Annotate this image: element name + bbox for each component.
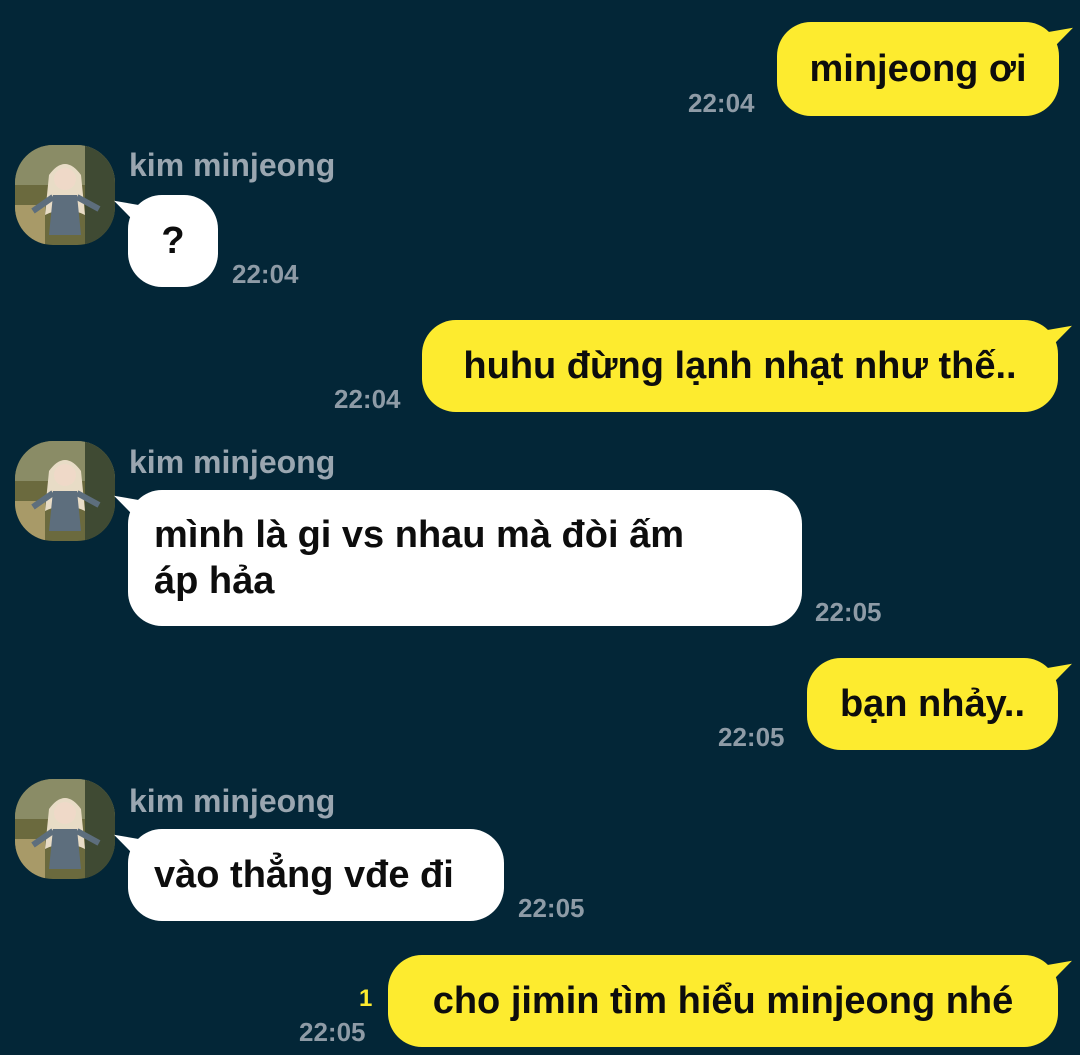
message-bubble-mine[interactable]: bạn nhảy.. (807, 658, 1058, 750)
message-bubble-theirs[interactable]: vào thẳng vđe đi (128, 829, 504, 921)
message-bubble-theirs[interactable]: ? (128, 195, 218, 287)
message-timestamp: 22:05 (815, 597, 882, 627)
message-bubble-mine[interactable]: minjeong ơi (777, 22, 1059, 116)
message-text-line: áp hảa (154, 560, 275, 602)
message-text: ? (161, 220, 185, 262)
message-text: bạn nhảy.. (839, 683, 1026, 725)
contact-avatar[interactable] (15, 145, 115, 245)
message-timestamp: 22:05 (299, 1017, 366, 1047)
message-bubble-mine[interactable]: cho jimin tìm hiểu minjeong nhé (388, 955, 1058, 1047)
message-timestamp: 22:05 (518, 893, 585, 923)
message-text: cho jimin tìm hiểu minjeong nhé (432, 980, 1014, 1022)
message-text: huhu đừng lạnh nhạt như thế.. (463, 345, 1017, 387)
message-bubble-theirs[interactable]: mình là gi vs nhau mà đòi ấm áp hảa (128, 490, 802, 626)
contact-avatar[interactable] (15, 779, 115, 879)
message-text: minjeong ơi (809, 48, 1027, 90)
message-timestamp: 22:04 (334, 384, 401, 414)
unread-count: 1 (359, 985, 373, 1012)
contact-avatar[interactable] (15, 441, 115, 541)
sender-name: kim minjeong (129, 783, 336, 819)
message-text: vào thẳng vđe đi (154, 854, 454, 896)
message-timestamp: 22:04 (232, 259, 299, 289)
sender-name: kim minjeong (129, 444, 336, 480)
message-text-line: mình là gi vs nhau mà đòi ấm (154, 514, 684, 556)
sender-name: kim minjeong (129, 147, 336, 183)
message-timestamp: 22:05 (718, 722, 785, 752)
message-bubble-mine[interactable]: huhu đừng lạnh nhạt như thế.. (422, 320, 1058, 412)
message-timestamp: 22:04 (688, 88, 755, 118)
